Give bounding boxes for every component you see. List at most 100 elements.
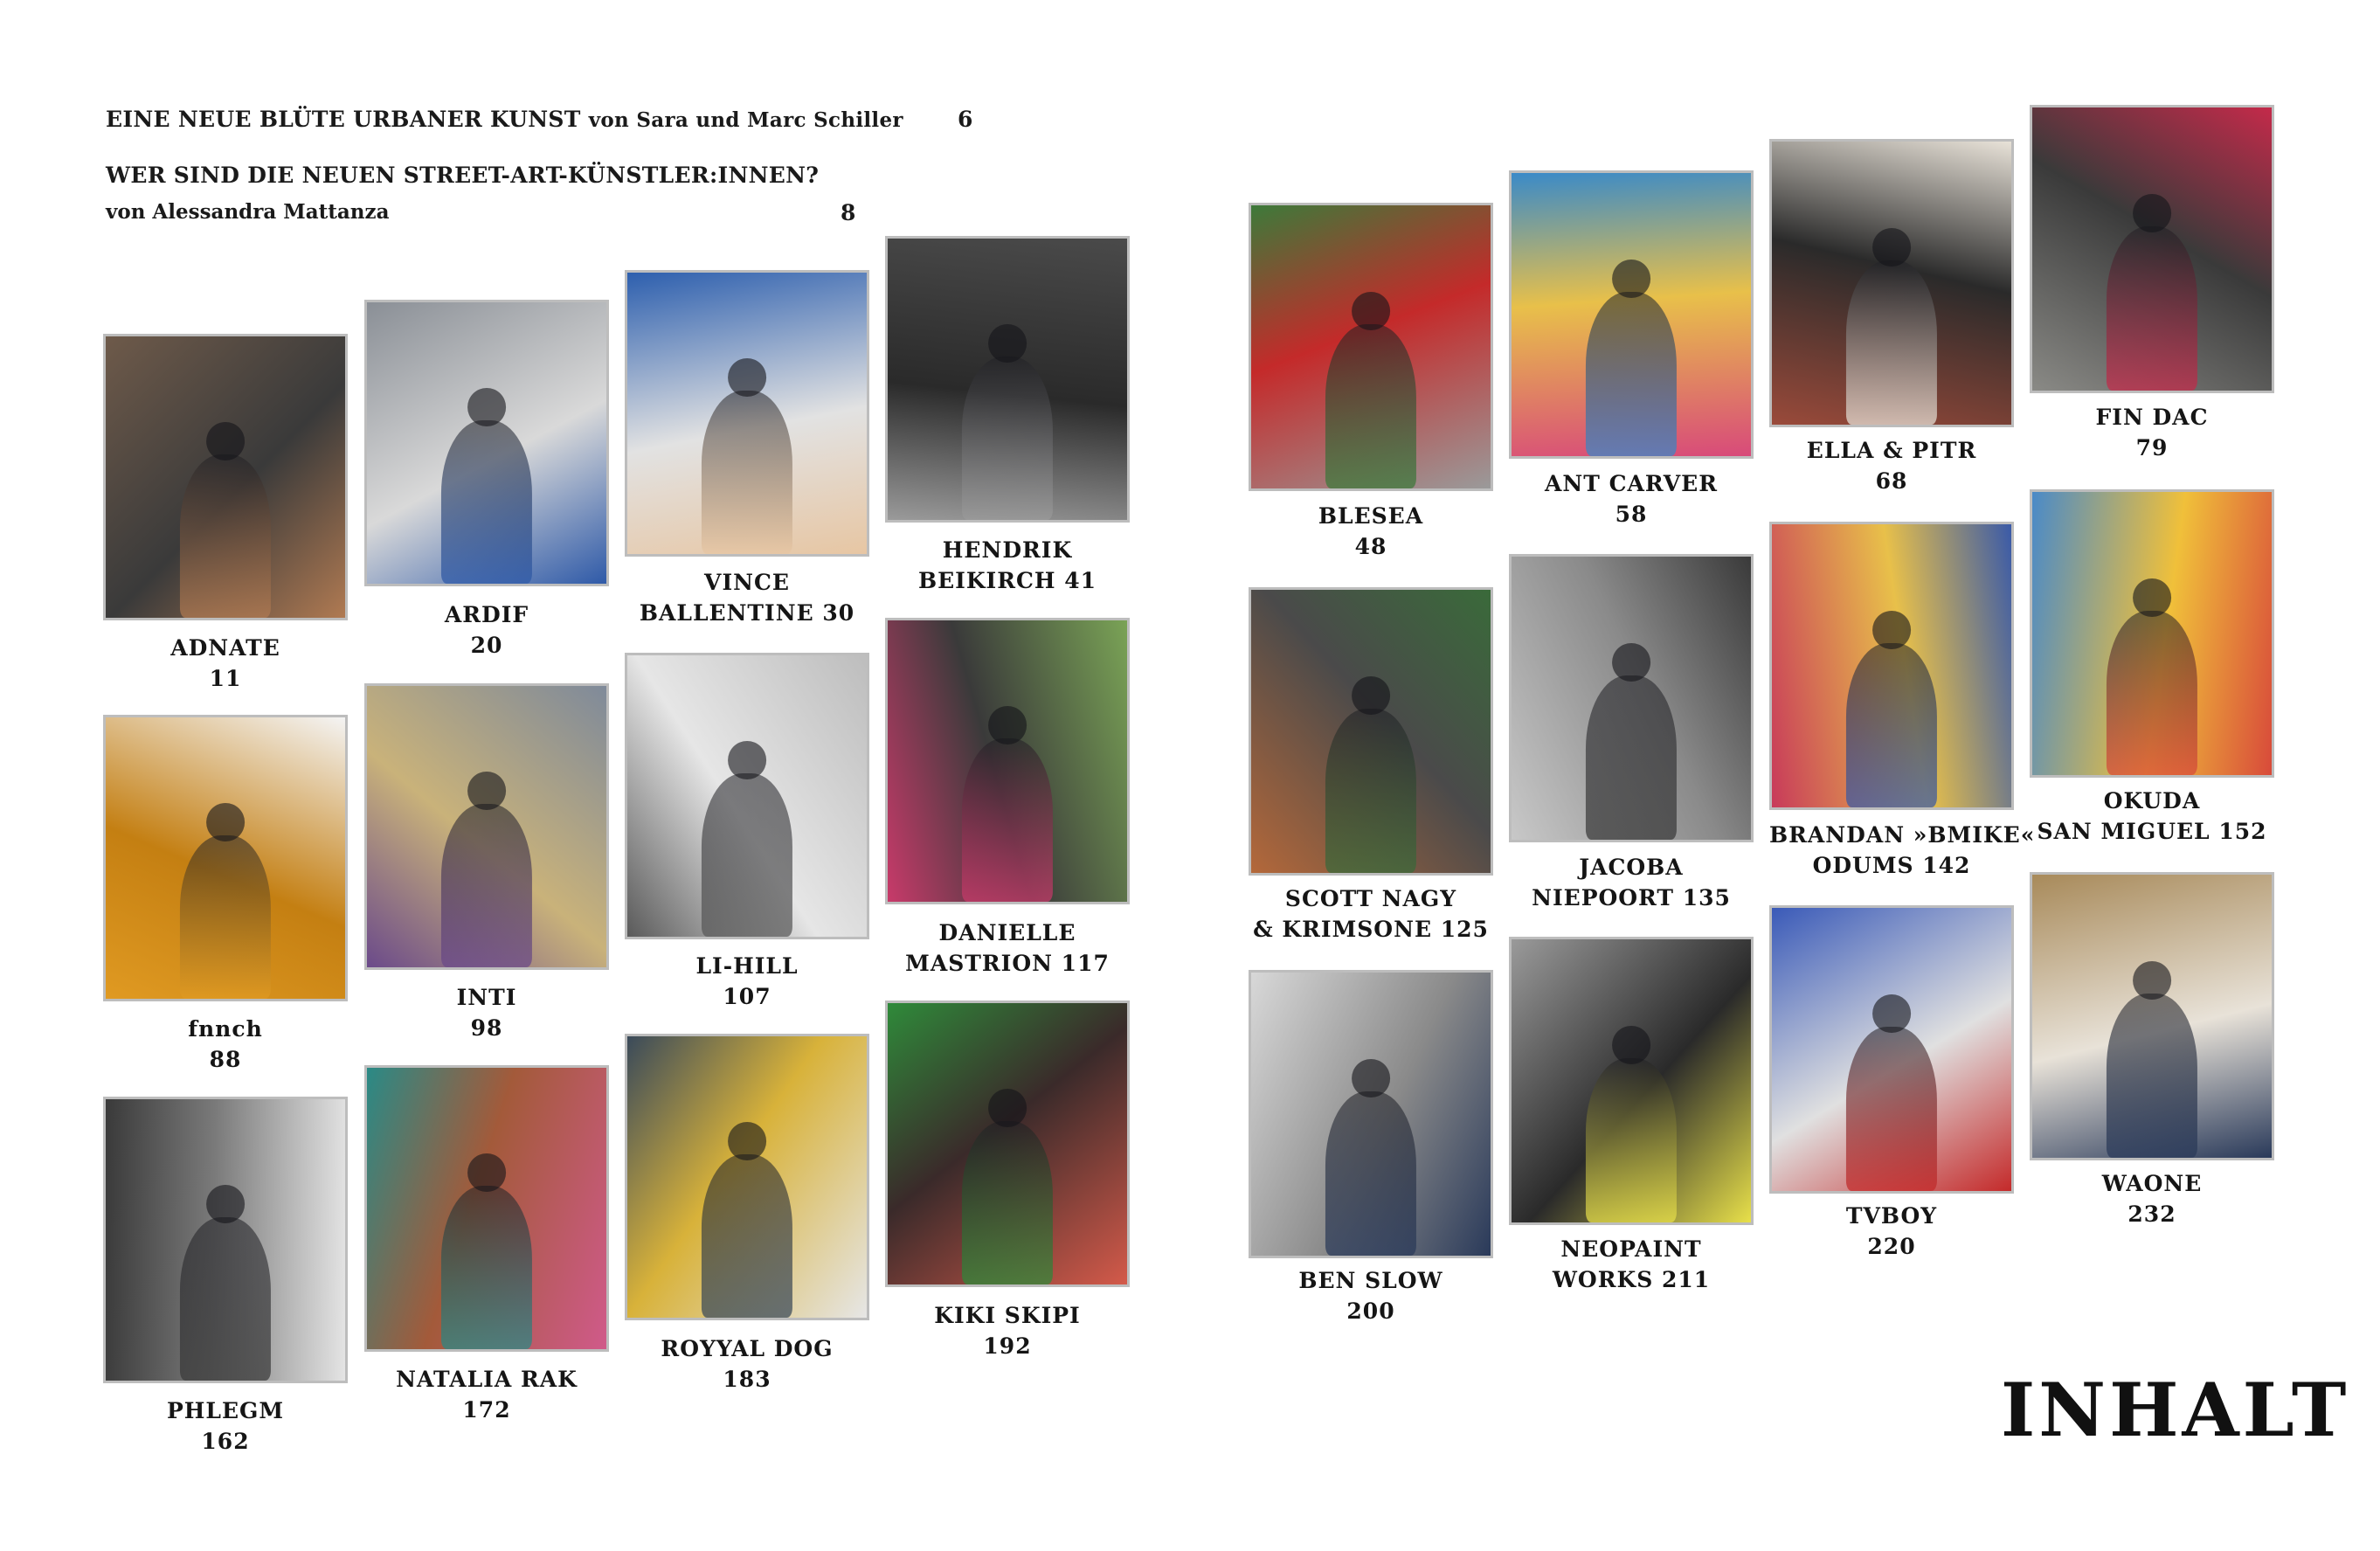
artist-photo[interactable] bbox=[625, 653, 869, 939]
artist-photo[interactable] bbox=[625, 270, 869, 557]
person-head-shape bbox=[1612, 1025, 1650, 1064]
artist-card-adnate[interactable]: ADNATE 11 bbox=[103, 334, 348, 703]
artist-label: HENDRIK BEIKIRCH 41 bbox=[885, 535, 1130, 596]
person-head-shape bbox=[1872, 227, 1911, 267]
contents-title: INHALT bbox=[2001, 1367, 2350, 1453]
artist-card-fin-dac[interactable]: FIN DAC 79 bbox=[2030, 105, 2274, 472]
artist-label: ANT CARVER 58 bbox=[1509, 468, 1754, 530]
artist-photo[interactable] bbox=[1509, 554, 1754, 842]
artist-name-line-2: WORKS 211 bbox=[1552, 1267, 1711, 1292]
artist-photo[interactable] bbox=[364, 683, 609, 970]
artist-photo[interactable] bbox=[885, 236, 1130, 523]
artist-name-line: TVBOY bbox=[1845, 1203, 1938, 1229]
artist-card-li-hill[interactable]: LI-HILL 107 bbox=[625, 653, 869, 1021]
person-silhouette bbox=[1325, 1091, 1417, 1256]
artist-photo[interactable] bbox=[1249, 587, 1493, 876]
person-head-shape bbox=[467, 387, 506, 426]
artist-card-ella-pitr[interactable]: ELLA & PITR 68 bbox=[1769, 139, 2014, 505]
person-head-shape bbox=[206, 1184, 245, 1223]
artist-photo[interactable] bbox=[1509, 170, 1754, 459]
artist-name-line-2: ODUMS 142 bbox=[1812, 853, 1971, 878]
artist-name-line: SCOTT NAGY bbox=[1284, 886, 1457, 911]
artist-name-line-2: 162 bbox=[201, 1429, 250, 1454]
artist-photo[interactable] bbox=[2030, 489, 2274, 778]
person-silhouette bbox=[1325, 324, 1417, 488]
artist-photo[interactable] bbox=[103, 1097, 348, 1383]
artist-name-line: INTI bbox=[456, 985, 517, 1010]
person-head-shape bbox=[728, 740, 766, 779]
artist-photo[interactable] bbox=[1769, 522, 2014, 810]
artist-name-line-2: 220 bbox=[1867, 1234, 1916, 1259]
artist-card-neopaint[interactable]: NEOPAINT WORKS 211 bbox=[1509, 937, 1754, 1304]
artist-label: LI-HILL 107 bbox=[625, 951, 869, 1012]
person-head-shape bbox=[988, 1088, 1027, 1127]
person-silhouette bbox=[961, 357, 1054, 520]
artist-photo[interactable] bbox=[103, 334, 348, 620]
person-silhouette bbox=[701, 1154, 793, 1318]
essay2-page-number: 8 bbox=[841, 200, 856, 225]
artist-name-line: FIN DAC bbox=[2095, 405, 2209, 430]
artist-card-inti[interactable]: INTI 98 bbox=[364, 683, 609, 1052]
person-head-shape bbox=[1352, 675, 1390, 715]
artist-label: SCOTT NAGY & KRIMSONE 125 bbox=[1249, 883, 1493, 945]
artist-card-brandan-bmike[interactable]: BRANDAN »BMIKE« ODUMS 142 bbox=[1769, 522, 2034, 890]
artist-photo[interactable] bbox=[885, 1001, 1130, 1287]
artist-name-line-2: MASTRION 117 bbox=[905, 951, 1110, 976]
artist-card-royyal-dog[interactable]: ROYYAL DOG 183 bbox=[625, 1034, 869, 1403]
artist-card-okuda[interactable]: OKUDA SAN MIGUEL 152 bbox=[2030, 489, 2274, 855]
artist-card-ant-carver[interactable]: ANT CARVER 58 bbox=[1509, 170, 1754, 538]
person-head-shape bbox=[467, 771, 506, 810]
artist-photo[interactable] bbox=[1249, 970, 1493, 1258]
person-head-shape bbox=[2133, 960, 2171, 1000]
artist-card-kiki-skipi[interactable]: KIKI SKIPI 192 bbox=[885, 1001, 1130, 1370]
artist-photo[interactable] bbox=[625, 1034, 869, 1320]
artist-card-hendrik[interactable]: HENDRIK BEIKIRCH 41 bbox=[885, 236, 1130, 605]
essay1-title-text: EINE NEUE BLÜTE URBANER KUNST bbox=[106, 107, 581, 132]
essay2-title[interactable]: WER SIND DIE NEUEN STREET-ART-KÜNSTLER:I… bbox=[106, 163, 819, 188]
artist-card-waone[interactable]: WAONE 232 bbox=[2030, 872, 2274, 1238]
person-silhouette bbox=[179, 835, 272, 999]
artist-label: INTI 98 bbox=[364, 982, 609, 1043]
artist-card-jacoba[interactable]: JACOBA NIEPOORT 135 bbox=[1509, 554, 1754, 922]
artist-photo[interactable] bbox=[885, 618, 1130, 904]
person-head-shape bbox=[1352, 291, 1390, 330]
artist-photo[interactable] bbox=[1769, 905, 2014, 1194]
artist-label: BLESEA 48 bbox=[1249, 501, 1493, 562]
artist-card-vince[interactable]: VINCE BALLENTINE 30 bbox=[625, 270, 869, 637]
artist-card-blesea[interactable]: BLESEA 48 bbox=[1249, 203, 1493, 571]
artist-card-scott-nagy[interactable]: SCOTT NAGY & KRIMSONE 125 bbox=[1249, 587, 1493, 953]
artist-photo[interactable] bbox=[103, 715, 348, 1001]
essay1-title[interactable]: EINE NEUE BLÜTE URBANER KUNST von Sara u… bbox=[106, 107, 903, 132]
artist-name-line: fnnch bbox=[188, 1016, 263, 1042]
artist-photo[interactable] bbox=[364, 1065, 609, 1352]
artist-card-natalia-rak[interactable]: NATALIA RAK 172 bbox=[364, 1065, 609, 1434]
artist-card-phlegm[interactable]: PHLEGM 162 bbox=[103, 1097, 348, 1465]
artist-photo[interactable] bbox=[1509, 937, 1754, 1225]
artist-card-tvboy[interactable]: TVBOY 220 bbox=[1769, 905, 2014, 1271]
artist-photo[interactable] bbox=[1249, 203, 1493, 491]
person-head-shape bbox=[206, 421, 245, 460]
artist-photo[interactable] bbox=[2030, 105, 2274, 393]
artist-card-ben-slow[interactable]: BEN SLOW 200 bbox=[1249, 970, 1493, 1335]
artist-card-ardif[interactable]: ARDIF 20 bbox=[364, 300, 609, 669]
artist-photo[interactable] bbox=[1769, 139, 2014, 427]
artist-name-line-2: 172 bbox=[462, 1397, 511, 1423]
artist-name-line-2: 107 bbox=[723, 984, 771, 1009]
artist-label: ARDIF 20 bbox=[364, 599, 609, 661]
artist-name-line: NEOPAINT bbox=[1560, 1236, 1702, 1262]
artist-name-line-2: & KRIMSONE 125 bbox=[1253, 917, 1489, 942]
artist-photo[interactable] bbox=[364, 300, 609, 586]
artist-label: DANIELLE MASTRION 117 bbox=[885, 917, 1130, 979]
artist-card-danielle[interactable]: DANIELLE MASTRION 117 bbox=[885, 618, 1130, 987]
artist-name-line: BLESEA bbox=[1318, 503, 1424, 529]
artist-name-line: ROYYAL DOG bbox=[661, 1336, 834, 1361]
artist-label: BRANDAN »BMIKE« ODUMS 142 bbox=[1769, 820, 2034, 881]
person-silhouette bbox=[961, 1121, 1054, 1284]
artist-name-line: OKUDA bbox=[2103, 788, 2201, 814]
artist-label: TVBOY 220 bbox=[1769, 1201, 2014, 1262]
artist-card-fnnch[interactable]: fnnch 88 bbox=[103, 715, 348, 1084]
artist-photo[interactable] bbox=[2030, 872, 2274, 1160]
artist-name-line-2: 183 bbox=[723, 1367, 771, 1392]
artist-name-line-2: 68 bbox=[1875, 468, 1908, 494]
person-head-shape bbox=[728, 1121, 766, 1160]
